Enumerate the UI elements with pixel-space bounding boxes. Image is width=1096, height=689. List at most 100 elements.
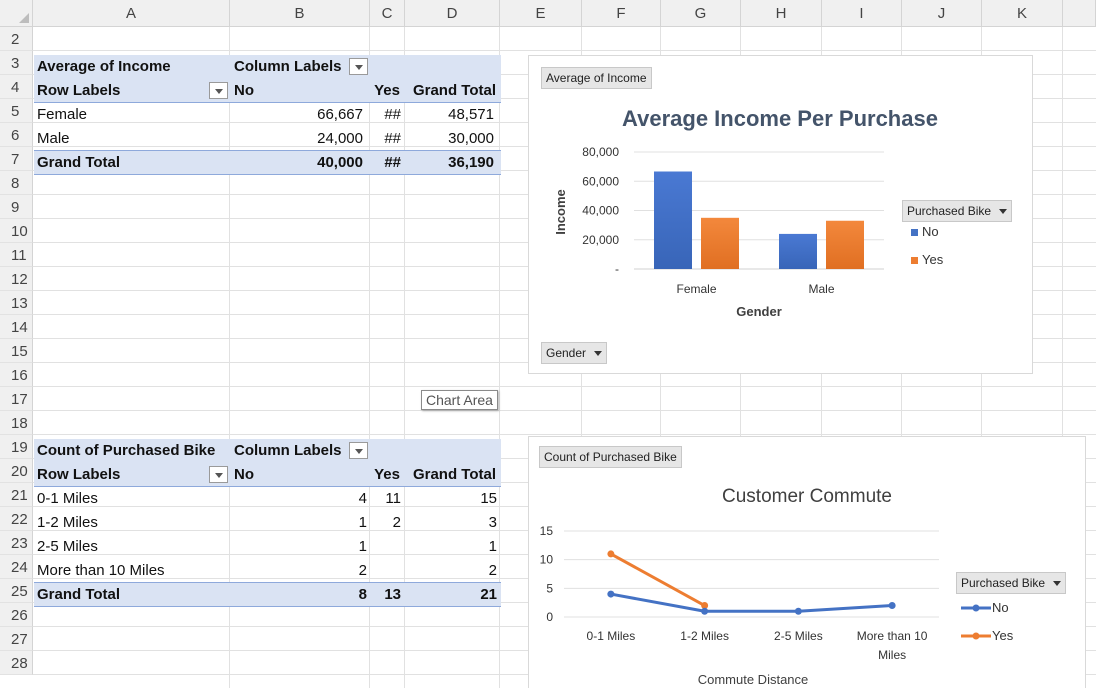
row-header-15[interactable]: 15: [0, 339, 33, 363]
value-cell[interactable]: 4: [330, 487, 367, 511]
x-tick-label: 0-1 Miles: [587, 629, 636, 643]
value-cell[interactable]: ##: [365, 103, 401, 127]
row-header-14[interactable]: 14: [0, 315, 33, 339]
row-label[interactable]: 1-2 Miles: [37, 511, 98, 535]
y-tick-label: 15: [540, 524, 554, 538]
row-header-28[interactable]: 28: [0, 651, 33, 675]
x-tick-label: Male: [808, 282, 834, 296]
value-cell[interactable]: 1: [400, 535, 497, 559]
value-cell[interactable]: 66,667: [270, 103, 363, 127]
column-labels-filter-icon[interactable]: [349, 442, 368, 459]
row-header-7[interactable]: 7: [0, 147, 33, 171]
row-labels-filter-icon[interactable]: [209, 82, 228, 99]
chart-title: Average Income Per Purchase: [622, 106, 938, 131]
bar-no-male: [779, 233, 817, 269]
column-header-e[interactable]: E: [500, 0, 582, 27]
commute-chart[interactable]: Count of Purchased Bike Purchased Bike C…: [528, 436, 1086, 688]
select-all-corner[interactable]: [0, 0, 33, 27]
y-tick-label: 0: [546, 610, 553, 624]
legend-marker: [972, 632, 980, 640]
value-cell[interactable]: 48,571: [400, 103, 494, 127]
y-tick-label: 20,000: [582, 233, 619, 247]
commute-chart-plot: Customer Commute 0 5 10 15 0-1 Miles 1-2 Miles…: [540, 486, 1014, 687]
row-header-25[interactable]: 25: [0, 579, 33, 603]
chart-area-tooltip: Chart Area: [421, 390, 498, 410]
value-cell[interactable]: 2: [330, 559, 367, 583]
column-header-d[interactable]: D: [405, 0, 500, 27]
value-cell[interactable]: 30,000: [400, 127, 494, 151]
column-header-g[interactable]: G: [661, 0, 741, 27]
row-header-2[interactable]: 2: [0, 27, 33, 51]
x-tick-label-wrap: Miles: [878, 648, 906, 662]
value-cell[interactable]: 1: [330, 535, 367, 559]
row-header-23[interactable]: 23: [0, 531, 33, 555]
row-header-20[interactable]: 20: [0, 459, 33, 483]
row-header-10[interactable]: 10: [0, 219, 33, 243]
grand-total-value[interactable]: 36,190: [400, 151, 494, 175]
value-cell[interactable]: 2: [400, 559, 497, 583]
column-header-b[interactable]: B: [230, 0, 370, 27]
legend-marker: [972, 604, 980, 612]
value-cell[interactable]: 2: [365, 511, 401, 535]
row-label[interactable]: Female: [37, 103, 87, 127]
column-header-c[interactable]: C: [370, 0, 405, 27]
bar-yes-female: [701, 217, 739, 269]
grand-total-label[interactable]: Grand Total: [37, 151, 120, 175]
x-tick-label: More than 10: [857, 629, 928, 643]
grand-total-value[interactable]: 21: [400, 583, 497, 607]
grand-total-value[interactable]: 40,000: [270, 151, 363, 175]
column-header-j[interactable]: J: [902, 0, 982, 27]
column-header-k[interactable]: K: [982, 0, 1063, 27]
value-cell[interactable]: 15: [400, 487, 497, 511]
row-header-6[interactable]: 6: [0, 123, 33, 147]
value-cell[interactable]: 24,000: [270, 127, 363, 151]
row-header-13[interactable]: 13: [0, 291, 33, 315]
income-chart[interactable]: Average of Income Gender Purchased Bike …: [528, 55, 1033, 374]
row-header-24[interactable]: 24: [0, 555, 33, 579]
row-label[interactable]: 0-1 Miles: [37, 487, 98, 511]
row-header-21[interactable]: 21: [0, 483, 33, 507]
row-header-19[interactable]: 19: [0, 435, 33, 459]
legend-label: No: [992, 600, 1009, 615]
column-header-h[interactable]: H: [741, 0, 822, 27]
bar-yes-male: [826, 220, 864, 269]
column-labels-filter-icon[interactable]: [349, 58, 368, 75]
row-header-16[interactable]: 16: [0, 363, 33, 387]
grand-total-value[interactable]: ##: [365, 151, 401, 175]
value-cell[interactable]: 11: [365, 487, 401, 511]
row-labels-filter-icon[interactable]: [209, 466, 228, 483]
row-header-11[interactable]: 11: [0, 243, 33, 267]
row-header-27[interactable]: 27: [0, 627, 33, 651]
y-tick-label: 10: [540, 553, 554, 567]
row-header-8[interactable]: 8: [0, 171, 33, 195]
header-no: No: [234, 466, 254, 483]
grand-total-label[interactable]: Grand Total: [37, 583, 120, 607]
header-yes: Yes: [374, 82, 400, 99]
grand-total-value[interactable]: 8: [330, 583, 367, 607]
value-cell[interactable]: 1: [330, 511, 367, 535]
row-header-12[interactable]: 12: [0, 267, 33, 291]
income-chart-plot: Average Income Per Purchase - 20,000 40,000…: [553, 106, 944, 319]
row-header-3[interactable]: 3: [0, 51, 33, 75]
header-yes: Yes: [374, 466, 400, 483]
y-tick-label: 60,000: [582, 174, 619, 188]
row-header-22[interactable]: 22: [0, 507, 33, 531]
value-cell[interactable]: 3: [400, 511, 497, 535]
point-no: [794, 607, 802, 615]
row-header-26[interactable]: 26: [0, 603, 33, 627]
point-no: [607, 590, 615, 598]
column-header-next[interactable]: [1063, 0, 1096, 27]
row-header-5[interactable]: 5: [0, 99, 33, 123]
row-header-9[interactable]: 9: [0, 195, 33, 219]
row-header-18[interactable]: 18: [0, 411, 33, 435]
value-cell[interactable]: ##: [365, 127, 401, 151]
row-label[interactable]: Male: [37, 127, 70, 151]
row-label[interactable]: More than 10 Miles: [37, 559, 165, 583]
row-header-17[interactable]: 17: [0, 387, 33, 411]
column-header-a[interactable]: A: [33, 0, 230, 27]
row-header-4[interactable]: 4: [0, 75, 33, 99]
row-label[interactable]: 2-5 Miles: [37, 535, 98, 559]
grand-total-value[interactable]: 13: [365, 583, 401, 607]
column-header-f[interactable]: F: [582, 0, 661, 27]
column-header-i[interactable]: I: [822, 0, 902, 27]
